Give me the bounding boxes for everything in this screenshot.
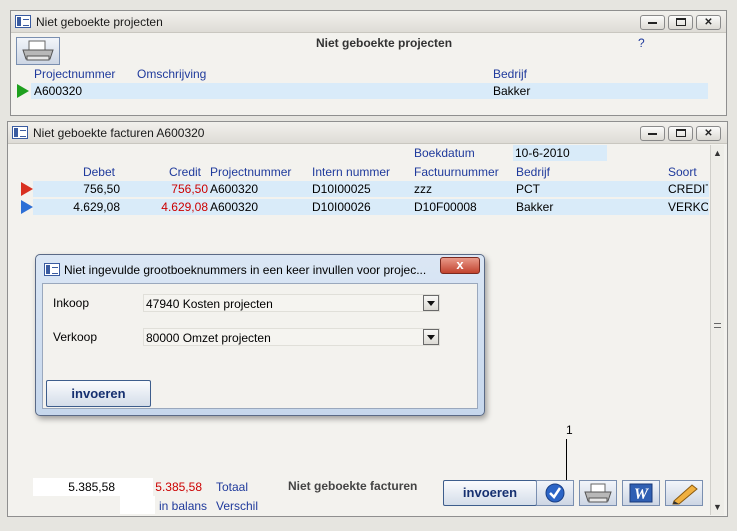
form-icon [12,126,28,139]
form-icon [44,263,60,276]
verschil-label: Verschil [216,499,259,513]
verkoop-label: Verkoop [53,330,98,344]
col-bedrijf: Bedrijf [493,67,528,81]
edit-button[interactable] [665,480,703,506]
callout-number: 1 [566,423,573,437]
projects-heading: Niet geboekte projecten [316,36,453,50]
help-link[interactable]: ? [638,36,645,50]
maximize-button[interactable] [668,15,693,30]
inkoop-combo[interactable]: 47940 Kosten projecten [143,294,440,312]
print-invoices-button[interactable] [579,480,617,506]
minimize-button[interactable] [640,126,665,141]
debet-cell: 4.629,08 [73,200,120,214]
minimize-icon [648,133,657,135]
table-row[interactable] [33,181,709,197]
col-soort: Soort [668,165,697,179]
debet-cell: 756,50 [83,182,120,196]
book-check-button[interactable] [536,480,574,506]
close-button[interactable]: ✕ [696,126,721,141]
credit-cell: 756,50 [171,182,208,196]
ledger-dialog: Niet ingevulde grootboeknummers in een k… [35,254,485,416]
verschil-field [120,496,155,514]
invoeren-button[interactable]: invoeren [443,480,537,506]
minimize-icon [648,22,657,24]
inkoop-value: 47940 Kosten projecten [146,297,273,311]
verkoop-combo[interactable]: 80000 Omzet projecten [143,328,440,346]
col-credit: Credit [168,165,201,179]
factuur-cell: zzz [414,182,432,196]
invoices-titlebar[interactable]: Niet geboekte facturen A600320 ✕ [8,122,727,144]
form-icon [15,15,31,28]
print-button[interactable] [16,37,60,65]
scroll-down-button[interactable]: ▼ [711,499,724,515]
total-credit: 5.385,58 [155,480,202,494]
boekdatum-field[interactable]: 10-6-2010 [513,145,607,161]
col-projectnummer: Projectnummer [210,165,292,179]
dialog-titlebar[interactable]: Niet ingevulde grootboeknummers in een k… [36,255,484,283]
project-number-cell: A600320 [34,84,83,98]
scroll-thumb[interactable] [714,323,721,328]
company-cell: Bakker [493,84,531,98]
dialog-invoeren-button[interactable]: invoeren [46,380,151,407]
bedrijf-cell: PCT [516,182,540,196]
project-cell: A600320 [210,182,259,196]
maximize-icon [675,129,686,137]
svg-text:W: W [634,486,650,503]
project-cell: A600320 [210,200,259,214]
intern-cell: D10I00026 [312,200,371,214]
intern-cell: D10I00025 [312,182,371,196]
record-selector-icon [21,200,33,214]
invoices-caption: Niet geboekte facturen [288,479,418,493]
col-omschrijving: Omschrijving [137,67,207,81]
callout-line [566,439,567,485]
credit-cell: 4.629,08 [161,200,208,214]
word-icon: W [629,483,653,503]
printer-icon [22,40,54,61]
soort-cell: VERKOO [668,200,708,214]
col-debet: Debet [82,165,115,179]
verkoop-value: 80000 Omzet projecten [146,331,271,345]
word-export-button[interactable]: W [622,480,660,506]
close-button[interactable]: ✕ [696,15,721,30]
inkoop-label: Inkoop [53,296,90,310]
bedrijf-cell: Bakker [516,200,554,214]
table-row[interactable] [33,199,709,215]
projects-window-title: Niet geboekte projecten [36,15,163,29]
current-record-icon [17,84,29,98]
col-factuurnummer: Factuurnummer [414,165,499,179]
pencil-icon [672,484,698,505]
table-row[interactable] [31,83,708,99]
total-debet: 5.385,58 [68,480,115,494]
projects-titlebar[interactable]: Niet geboekte projecten ✕ [11,11,726,33]
current-record-icon [21,182,33,196]
invoices-window-title: Niet geboekte facturen A600320 [33,126,205,140]
check-icon [545,483,565,503]
chevron-down-icon[interactable] [423,329,439,345]
dialog-title: Niet ingevulde grootboeknummers in een k… [64,263,427,277]
dialog-close-button[interactable]: x [440,257,480,274]
col-projectnummer: Projectnummer [34,67,116,81]
soort-cell: CREDIT [668,182,708,196]
in-balans-text: in balans [159,499,208,513]
col-bedrijf: Bedrijf [516,165,551,179]
chevron-down-icon[interactable] [423,295,439,311]
dialog-body: Inkoop 47940 Kosten projecten Verkoop 80… [42,283,478,409]
maximize-button[interactable] [668,126,693,141]
factuur-cell: D10F00008 [414,200,477,214]
scroll-up-button[interactable]: ▲ [711,145,724,161]
boekdatum-label: Boekdatum [414,146,475,160]
totaal-label: Totaal [216,480,249,494]
vertical-scrollbar[interactable]: ▲ ▼ [710,145,724,515]
projects-window: Niet geboekte projecten ✕ Niet geboekte … [10,10,727,116]
col-intern-nummer: Intern nummer [312,165,391,179]
printer-icon [584,483,612,503]
maximize-icon [675,18,686,26]
minimize-button[interactable] [640,15,665,30]
